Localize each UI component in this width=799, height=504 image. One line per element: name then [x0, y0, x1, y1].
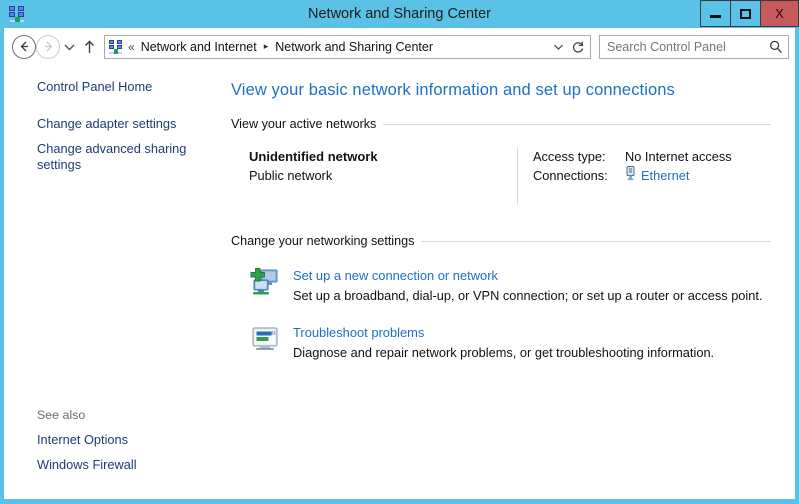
active-networks-heading: View your active networks — [231, 117, 771, 131]
search-icon[interactable] — [768, 39, 784, 55]
connection-entry[interactable]: Ethernet — [625, 165, 689, 186]
setting-body: Set up a new connection or network Set u… — [293, 265, 771, 305]
forward-arrow-icon — [44, 41, 52, 52]
network-profile-type: Public network — [249, 168, 333, 183]
sidebar-item-windows-firewall[interactable]: Windows Firewall — [4, 457, 207, 473]
network-identity: Unidentified network Public network — [231, 147, 517, 205]
section-divider — [383, 123, 771, 125]
minimize-button[interactable] — [700, 0, 730, 27]
troubleshoot-icon — [249, 323, 281, 355]
navigation-bar: « Network and Internet ▸ Network and Sha… — [0, 28, 799, 65]
vertical-divider — [517, 147, 518, 205]
search-box[interactable] — [599, 34, 789, 59]
network-name: Unidentified network — [249, 149, 378, 164]
minimize-icon — [710, 15, 721, 18]
setting-description: Set up a broadband, dial-up, or VPN conn… — [293, 288, 763, 303]
address-dropdown-button[interactable] — [548, 36, 568, 58]
search-input[interactable] — [607, 39, 768, 54]
breadcrumb-separator-icon[interactable]: ▸ — [264, 42, 269, 51]
network-details: Access type: No Internet access Connecti… — [533, 147, 771, 205]
setting-link-new-connection[interactable]: Set up a new connection or network — [293, 267, 498, 285]
forward-button[interactable] — [36, 34, 60, 59]
up-arrow-icon — [84, 39, 94, 53]
access-type-value: No Internet access — [625, 149, 732, 164]
access-type-row: Access type: No Internet access — [533, 147, 771, 166]
recent-locations-button[interactable] — [60, 35, 78, 59]
maximize-button[interactable] — [730, 0, 760, 27]
setting-body: Troubleshoot problems Diagnose and repai… — [293, 322, 771, 362]
setting-item-troubleshoot[interactable]: Troubleshoot problems Diagnose and repai… — [231, 322, 771, 362]
back-arrow-icon — [20, 41, 28, 52]
back-button[interactable] — [12, 34, 36, 59]
sidebar-item-internet-options[interactable]: Internet Options — [4, 432, 207, 448]
close-icon: X — [775, 6, 784, 21]
ethernet-icon — [625, 165, 636, 186]
sidebar-item-change-adapter-settings[interactable]: Change adapter settings — [4, 116, 207, 132]
sidebar-bottom-pad — [4, 473, 207, 499]
window-controls: X — [700, 0, 799, 27]
sidebar-filler — [4, 173, 207, 407]
sidebar: Control Panel Home Change adapter settin… — [4, 65, 207, 499]
networking-settings-heading: Change your networking settings — [231, 234, 771, 248]
connections-row: Connections: Ethernet — [533, 165, 771, 186]
chevron-down-icon — [553, 44, 563, 50]
page-title: View your basic network information and … — [231, 81, 675, 99]
sidebar-item-control-panel-home[interactable]: Control Panel Home — [4, 79, 207, 95]
application-window: Network and Sharing Center X « Network a… — [0, 0, 799, 504]
address-bar[interactable]: « Network and Internet ▸ Network and Sha… — [104, 34, 591, 59]
maximize-icon — [740, 8, 751, 19]
breadcrumb-item-network-and-sharing-center[interactable]: Network and Sharing Center — [273, 40, 435, 54]
refresh-button[interactable] — [568, 36, 588, 58]
section-divider — [421, 240, 771, 242]
networking-settings-heading-label: Change your networking settings — [231, 234, 415, 248]
up-level-button[interactable] — [78, 35, 100, 59]
refresh-icon — [572, 41, 584, 53]
active-network-row: Unidentified network Public network Acce… — [231, 147, 771, 205]
chevron-down-icon — [64, 44, 74, 50]
connections-label: Connections: — [533, 168, 608, 183]
breadcrumb-item-network-and-internet[interactable]: Network and Internet — [139, 40, 259, 54]
setting-description: Diagnose and repair network problems, or… — [293, 345, 715, 360]
access-type-label: Access type: — [533, 149, 606, 164]
connection-link[interactable]: Ethernet — [641, 166, 689, 185]
see-also-heading: See also — [37, 408, 86, 422]
active-networks-heading-label: View your active networks — [231, 117, 377, 131]
networking-settings-section: Change your networking settings Set up a… — [231, 234, 771, 362]
setting-link-troubleshoot[interactable]: Troubleshoot problems — [293, 324, 424, 342]
setting-item-new-connection[interactable]: Set up a new connection or network Set u… — [231, 265, 771, 305]
breadcrumb-overflow[interactable]: « — [128, 40, 135, 54]
sidebar-item-change-advanced-sharing-settings[interactable]: Change advanced sharing settings — [4, 141, 207, 173]
address-network-icon — [108, 39, 124, 55]
new-connection-icon — [249, 266, 281, 298]
main-panel: View your basic network information and … — [207, 65, 795, 499]
window-title: Network and Sharing Center — [308, 6, 491, 22]
close-button[interactable]: X — [760, 0, 799, 27]
title-bar: Network and Sharing Center X — [0, 0, 799, 28]
content-area: Control Panel Home Change adapter settin… — [0, 65, 799, 504]
